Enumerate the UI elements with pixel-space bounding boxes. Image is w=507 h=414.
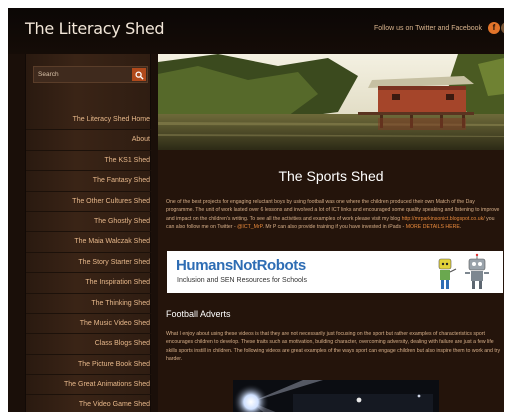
sidebar-item-class-blogs-shed[interactable]: Class Blogs Shed (26, 334, 152, 355)
twitter-icon[interactable]: t (501, 22, 504, 34)
blog-link[interactable]: http://mrparkinsonict.blogspot.co.uk/ (402, 216, 485, 222)
site-title[interactable]: The Literacy Shed (25, 19, 165, 38)
sidebar-nav: The Literacy Shed Home About The KS1 She… (26, 110, 152, 412)
site-header: The Literacy Shed Follow us on Twitter a… (8, 8, 504, 54)
adverts-paragraph: What I enjoy about using these videos is… (166, 331, 501, 363)
page-frame: The Literacy Shed Follow us on Twitter a… (8, 8, 504, 412)
search-button[interactable] (132, 68, 146, 81)
sidebar-item-other-cultures-shed[interactable]: The Other Cultures Shed (26, 192, 152, 212)
sidebar-item-music-video-shed[interactable]: The Music Video Shed (26, 314, 152, 335)
sidebar-item-video-game-shed[interactable]: The Video Game Shed (26, 395, 152, 412)
hero-image (158, 54, 504, 150)
twitter-link[interactable]: @ICT_MrP (237, 224, 262, 230)
robot-illustration (438, 253, 489, 289)
sidebar-item-ghostly-shed[interactable]: The Ghostly Shed (26, 212, 152, 233)
banner-tagline: Inclusion and SEN Resources for Schools (177, 277, 307, 284)
sidebar-item-inspiration-shed[interactable]: The Inspiration Shed (26, 273, 152, 294)
facebook-icon[interactable]: f (488, 22, 500, 34)
page-title: The Sports Shed (278, 168, 384, 184)
sidebar-item-great-animations-shed[interactable]: The Great Animations Shed (26, 375, 152, 396)
main-content: The Sports Shed One of the best projects… (158, 54, 504, 412)
sidebar-item-picture-book-shed[interactable]: The Picture Book Shed (26, 355, 152, 376)
sidebar-item-fantasy-shed[interactable]: The Fantasy Shed (26, 171, 152, 192)
sidebar-item-ks1-shed[interactable]: The KS1 Shed (26, 151, 152, 172)
more-details-link[interactable]: MORE DETAILS HERE (406, 224, 460, 230)
search-input[interactable] (34, 67, 130, 82)
search-icon (134, 71, 144, 80)
sidebar-item-maia-walczak-shed[interactable]: The Maia Walczak Shed (26, 232, 152, 253)
video-thumbnail[interactable] (233, 380, 439, 412)
banner-brand: HumansNotRobots (176, 257, 306, 274)
sidebar-item-about[interactable]: About (26, 130, 152, 151)
search-box (33, 66, 148, 83)
follow-text: Follow us on Twitter and Facebook (373, 25, 482, 32)
sidebar-item-thinking-shed[interactable]: The Thinking Shed (26, 294, 152, 314)
intro-text: . Mr P can also provide training if you … (262, 224, 406, 231)
sidebar: The Literacy Shed Home About The KS1 She… (25, 54, 152, 412)
sidebar-item-literacy-shed-home[interactable]: The Literacy Shed Home (26, 110, 152, 131)
intro-paragraph: One of the best projects for engaging re… (166, 198, 502, 232)
section-heading: Football Adverts (166, 309, 231, 319)
sidebar-item-story-starter-shed[interactable]: The Story Starter Shed (26, 253, 152, 274)
humans-not-robots-banner[interactable]: HumansNotRobots Inclusion and SEN Resour… (167, 251, 503, 293)
intro-text: . (459, 224, 462, 231)
